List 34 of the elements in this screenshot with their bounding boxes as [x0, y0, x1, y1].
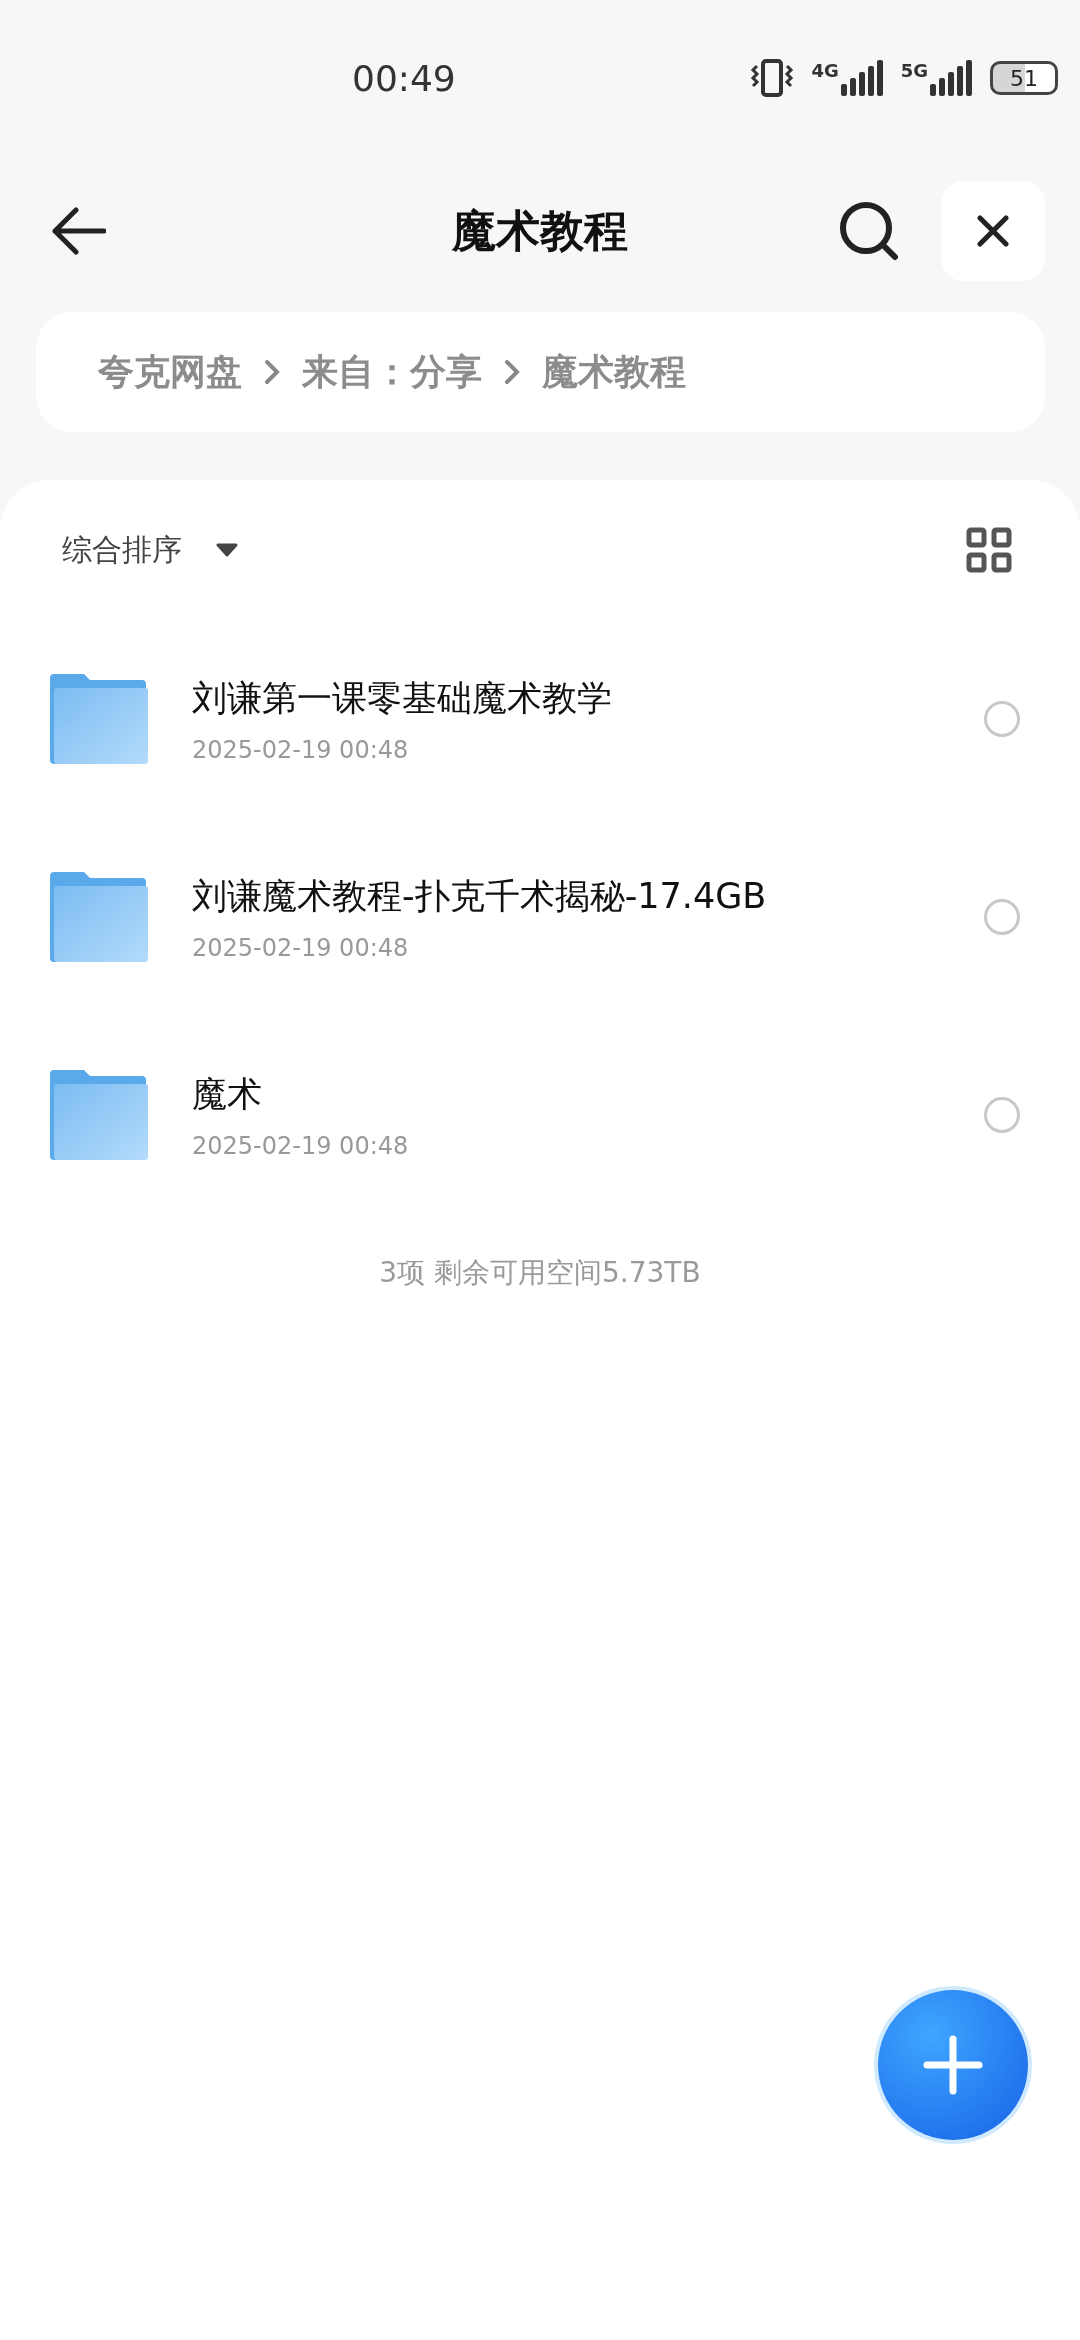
network-label: 4G: [811, 60, 839, 81]
storage-summary: 3项 剩余可用空间5.73TB: [378, 1255, 702, 1291]
search-icon[interactable]: [839, 201, 899, 261]
chevron-icon: [264, 359, 280, 385]
modified-date: 2025-02-19 00:48: [192, 735, 410, 764]
breadcrumb-item[interactable]: 夸克网盘: [98, 347, 242, 397]
plus-icon: [923, 2035, 983, 2095]
vibrate-icon: [749, 58, 796, 98]
modified-date: 2025-02-19 00:48: [192, 1131, 410, 1160]
folder-icon: [50, 1070, 148, 1160]
folder-name: 刘谦魔术教程-扑克千术揭秘-17.4GB: [192, 874, 768, 918]
select-radio[interactable]: [984, 899, 1020, 935]
caret-icon: [216, 543, 238, 557]
select-radio[interactable]: [984, 1097, 1020, 1133]
folder-name: 刘谦第一课零基础魔术教学: [192, 676, 613, 720]
folder-icon: [50, 872, 148, 962]
close-button[interactable]: [941, 181, 1045, 281]
breadcrumb-item[interactable]: 魔术教程: [542, 347, 686, 397]
breadcrumb-item[interactable]: 来自：分享: [302, 347, 482, 397]
grid-view-icon[interactable]: [966, 527, 1012, 573]
modified-date: 2025-02-19 00:48: [192, 933, 410, 962]
close-icon: [977, 215, 1009, 247]
select-radio[interactable]: [984, 701, 1020, 737]
page-title: 魔术教程: [452, 203, 628, 258]
folder-icon: [50, 674, 148, 764]
sort-dropdown[interactable]: 综合排序: [62, 529, 238, 571]
folder-name: 魔术: [192, 1072, 263, 1116]
signal-icon: [840, 60, 885, 96]
network-label: 5G: [900, 60, 928, 81]
status-time: 00:49: [352, 57, 452, 99]
signal-icon: [930, 60, 974, 96]
back-arrow-icon[interactable]: [50, 206, 106, 256]
battery-percent: 51: [1010, 65, 1038, 91]
chevron-icon: [504, 359, 520, 385]
